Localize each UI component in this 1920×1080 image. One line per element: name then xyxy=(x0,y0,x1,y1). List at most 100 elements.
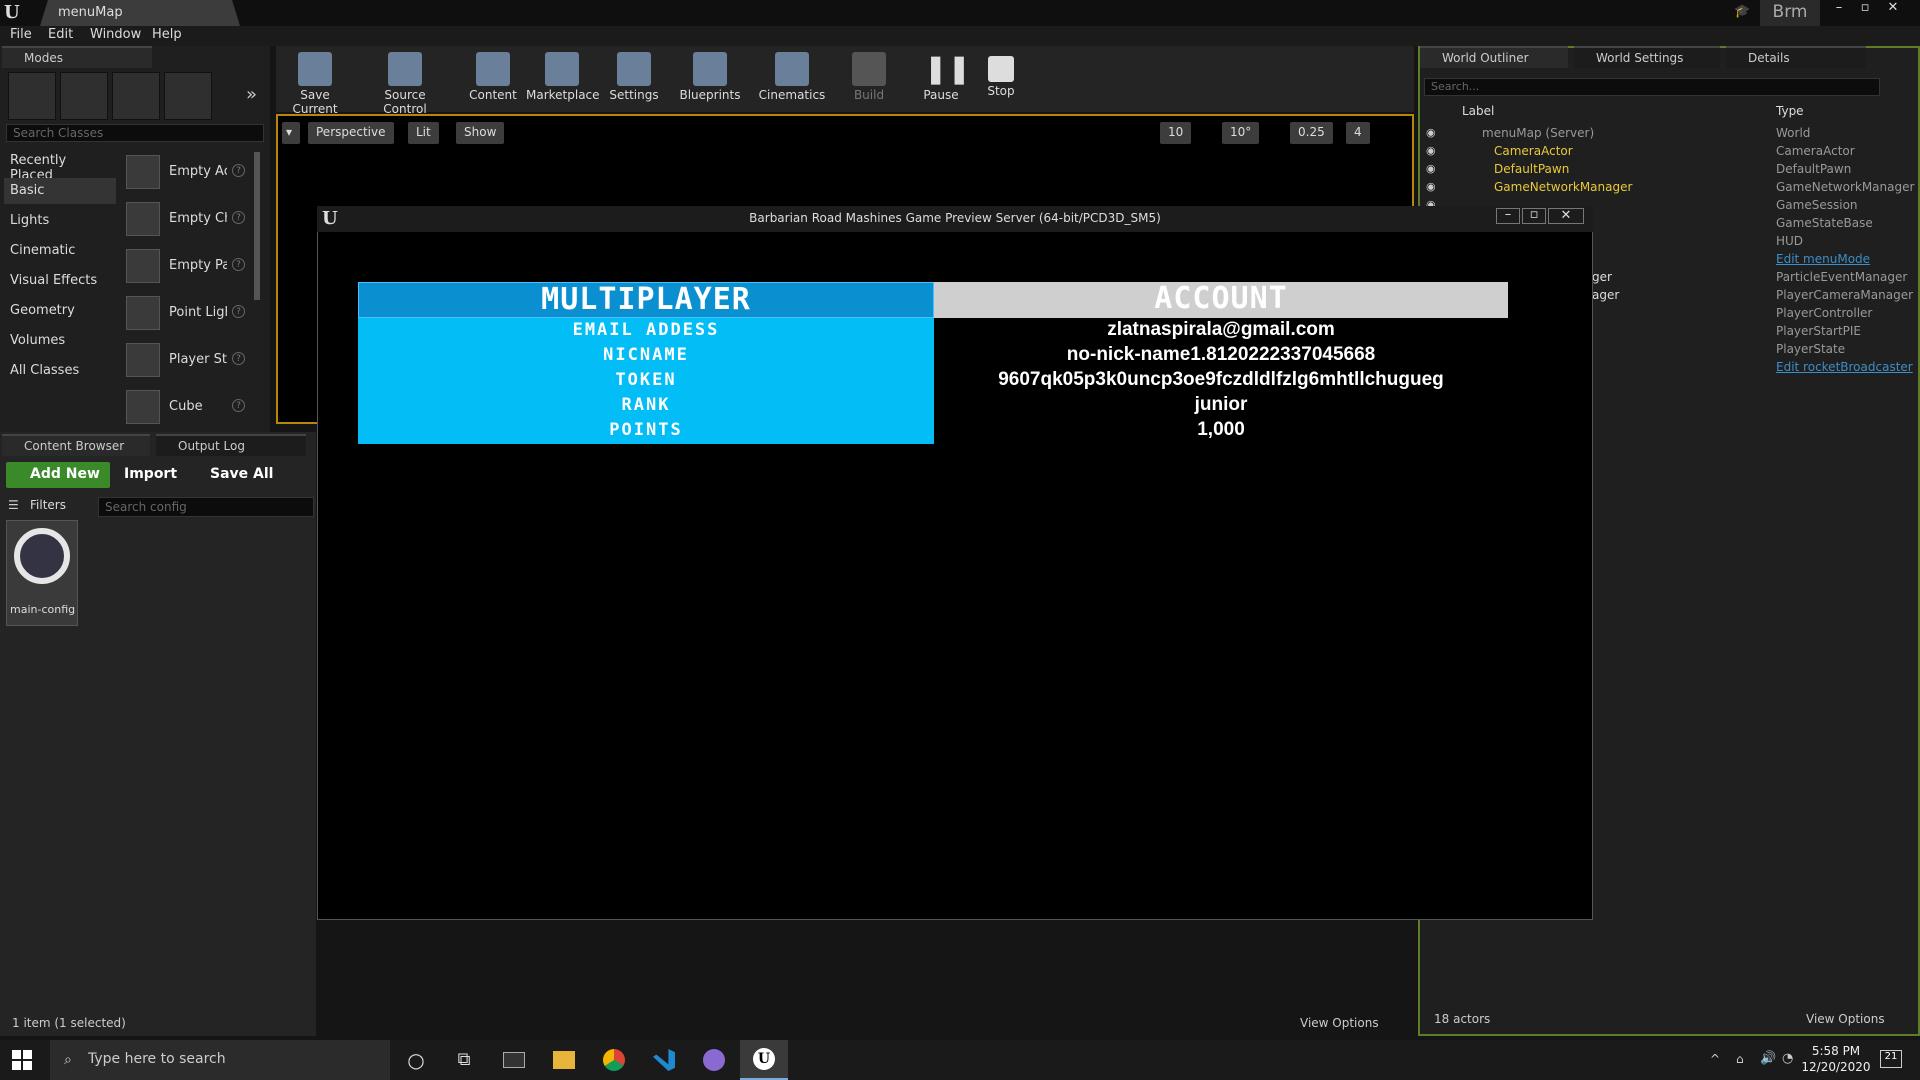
show-button[interactable]: Show xyxy=(456,122,505,144)
category-geometry[interactable]: Geometry xyxy=(4,298,116,324)
place-item[interactable]: Empty Pawn? xyxy=(126,246,252,286)
menu-file[interactable]: File xyxy=(10,27,32,42)
notification-icon[interactable]: 21 xyxy=(1880,1050,1902,1068)
outliner-row-label[interactable]: ager xyxy=(1592,288,1619,302)
expand-modes-icon[interactable]: » xyxy=(246,84,257,105)
category-cinematic[interactable]: Cinematic xyxy=(4,238,116,264)
multiplayer-tab[interactable]: MULTIPLAYER xyxy=(358,282,934,318)
taskbar-clock[interactable]: 5:58 PM 12/20/2020 xyxy=(1796,1043,1876,1075)
view-options-button[interactable]: View Options xyxy=(1300,1016,1379,1030)
search-config-input[interactable]: Search config xyxy=(98,497,314,517)
outliner-row-label[interactable]: DefaultPawn xyxy=(1494,162,1569,176)
unreal-editor-icon[interactable]: U xyxy=(740,1040,788,1080)
category-volumes[interactable]: Volumes xyxy=(4,328,116,354)
category-visual-effects[interactable]: Visual Effects xyxy=(4,268,116,294)
import-button[interactable]: Import xyxy=(124,466,177,482)
place-item[interactable]: Cube? xyxy=(126,387,252,427)
tab-output-log[interactable]: Output Log xyxy=(156,434,306,456)
menu-edit[interactable]: Edit xyxy=(48,27,73,42)
camera-speed-value[interactable]: 4 xyxy=(1346,122,1370,144)
outliner-row-type[interactable]: Edit menuMode xyxy=(1776,252,1870,266)
account-tab[interactable]: ACCOUNT xyxy=(934,282,1508,318)
scale-snap-value[interactable]: 0.25 xyxy=(1290,122,1333,144)
task-view-icon[interactable]: ⧉ xyxy=(440,1040,488,1080)
foliage-mode-icon[interactable] xyxy=(164,72,212,120)
volume-icon[interactable]: 🔊 xyxy=(1760,1051,1776,1066)
maximize-icon[interactable]: ▫ xyxy=(1852,0,1878,20)
visibility-eye-icon[interactable]: ◉ xyxy=(1426,180,1436,193)
search-classes-input[interactable]: Search Classes xyxy=(6,124,264,142)
wifi-icon[interactable]: ◔ xyxy=(1782,1051,1793,1066)
sources-toggle-icon[interactable]: ☰ xyxy=(8,498,19,512)
landscape-mode-icon[interactable] xyxy=(112,72,160,120)
help-icon[interactable]: ? xyxy=(232,305,245,318)
cortana-icon[interactable]: ○ xyxy=(392,1040,440,1080)
stop-button[interactable]: Stop xyxy=(976,48,1026,108)
outliner-row-label[interactable]: GameNetworkManager xyxy=(1494,180,1632,194)
category-lights[interactable]: Lights xyxy=(4,208,116,234)
help-icon[interactable]: ? xyxy=(232,258,245,271)
outliner-row-label[interactable]: ger xyxy=(1592,270,1612,284)
user-badge[interactable]: Brm xyxy=(1760,0,1820,26)
place-item[interactable]: Empty Character? xyxy=(126,199,252,239)
help-icon[interactable]: ? xyxy=(232,352,245,365)
pause-button[interactable]: ❚❚ Pause xyxy=(916,48,971,108)
save-all-button[interactable]: Save All xyxy=(210,466,273,482)
windows-start-icon[interactable] xyxy=(12,1050,32,1070)
tab-modes[interactable]: Modes xyxy=(2,46,152,68)
column-type[interactable]: Type xyxy=(1776,104,1804,118)
tray-chevron-icon[interactable]: ^ xyxy=(1710,1052,1720,1066)
place-item[interactable]: Empty Actor? xyxy=(126,152,252,192)
build-button[interactable]: Build xyxy=(838,48,900,108)
source-control-button[interactable]: Source Control xyxy=(362,48,448,116)
unreal-logo-icon[interactable]: U xyxy=(4,2,26,24)
place-item[interactable]: Player Start? xyxy=(126,340,252,380)
app-icon[interactable] xyxy=(690,1040,738,1080)
category-basic[interactable]: Basic xyxy=(4,178,116,204)
perspective-button[interactable]: Perspective xyxy=(308,122,394,144)
viewport-options-icon[interactable]: ▾ xyxy=(282,122,300,144)
category-all-classes[interactable]: All Classes xyxy=(4,358,116,384)
marketplace-button[interactable]: Marketplace xyxy=(526,48,600,108)
content-button[interactable]: Content xyxy=(462,48,524,108)
outliner-row-label[interactable]: CameraActor xyxy=(1494,144,1573,158)
close-icon[interactable]: ✕ xyxy=(1548,208,1584,224)
visibility-eye-icon[interactable]: ◉ xyxy=(1426,162,1436,175)
visibility-eye-icon[interactable]: ◉ xyxy=(1426,126,1436,139)
visibility-eye-icon[interactable]: ◉ xyxy=(1426,144,1436,157)
tab-world-settings[interactable]: World Settings xyxy=(1574,46,1720,68)
outliner-search-input[interactable]: Search... xyxy=(1424,78,1880,96)
add-new-button[interactable]: Add New xyxy=(6,462,110,488)
settings-button[interactable]: Settings xyxy=(604,48,664,108)
lit-button[interactable]: Lit xyxy=(408,122,439,144)
category-recently-placed[interactable]: Recently Placed xyxy=(4,148,116,183)
file-explorer-icon[interactable] xyxy=(540,1040,588,1080)
outliner-row-label[interactable]: menuMap (Server) xyxy=(1482,126,1594,140)
filters-button[interactable]: Filters xyxy=(30,498,66,512)
cinematics-button[interactable]: Cinematics xyxy=(756,48,828,108)
maximize-icon[interactable]: ▫ xyxy=(1522,208,1546,224)
menu-window[interactable]: Window xyxy=(90,27,141,42)
taskbar-search-input[interactable]: Type here to search xyxy=(50,1040,390,1080)
help-icon[interactable]: ? xyxy=(232,164,245,177)
grid-snap-value[interactable]: 10 xyxy=(1160,122,1192,144)
minimize-icon[interactable]: – xyxy=(1826,0,1852,20)
blueprints-button[interactable]: Blueprints xyxy=(674,48,746,108)
place-item[interactable]: Point Light? xyxy=(126,293,252,333)
paint-mode-icon[interactable] xyxy=(60,72,108,120)
column-label[interactable]: Label xyxy=(1462,104,1494,118)
help-icon[interactable]: ? xyxy=(232,211,245,224)
network-icon[interactable]: ⌂ xyxy=(1736,1052,1744,1066)
minimize-icon[interactable]: – xyxy=(1496,208,1520,224)
close-icon[interactable]: ✕ xyxy=(1880,0,1906,20)
graduation-cap-icon[interactable]: 🎓 xyxy=(1734,4,1750,20)
tab-content-browser[interactable]: Content Browser xyxy=(2,434,150,456)
terminal-icon[interactable] xyxy=(490,1040,538,1080)
outliner-view-options-button[interactable]: View Options xyxy=(1806,1012,1885,1026)
map-tab[interactable]: menuMap xyxy=(40,0,240,26)
help-icon[interactable]: ? xyxy=(232,399,245,412)
save-current-button[interactable]: Save Current xyxy=(282,48,348,116)
rotation-snap-value[interactable]: 10° xyxy=(1222,122,1260,144)
place-mode-icon[interactable] xyxy=(8,72,56,120)
outliner-row-type[interactable]: Edit rocketBroadcaster xyxy=(1776,360,1913,374)
